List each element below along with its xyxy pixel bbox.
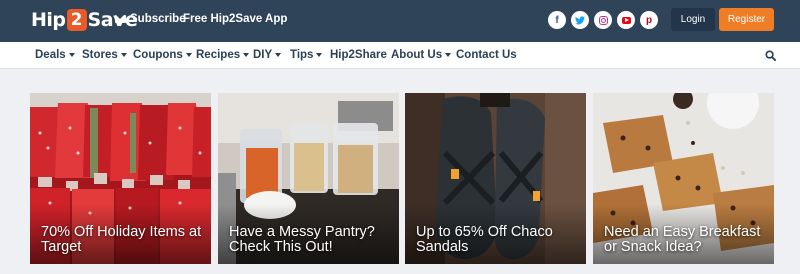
nav-item-hip2share[interactable]: Hip2Share bbox=[330, 49, 387, 61]
register-button[interactable]: Register bbox=[719, 8, 774, 31]
main-nav: Deals Stores Coupons Recipes DIY Tips Hi… bbox=[0, 42, 800, 69]
instagram-icon[interactable] bbox=[594, 11, 612, 29]
top-bar: Hip 2 Save Subscribe Free Hip2Save App f p… bbox=[0, 0, 800, 42]
caret-down-icon bbox=[445, 53, 452, 57]
nav-item-deals[interactable]: Deals bbox=[35, 49, 75, 61]
caret-down-icon bbox=[68, 53, 75, 57]
card-title[interactable]: 70% Off Holiday Items at Target bbox=[41, 225, 203, 255]
article-card-breakfast[interactable]: Need an Easy Breakfast or Snack Idea? bbox=[593, 93, 774, 264]
caret-down-icon bbox=[316, 53, 323, 57]
caret-down-icon bbox=[243, 53, 250, 57]
article-card-sandals[interactable]: Up to 65% Off Chaco Sandals bbox=[405, 93, 586, 264]
subscribe-link[interactable]: Subscribe bbox=[115, 13, 186, 25]
youtube-icon[interactable] bbox=[617, 11, 635, 29]
search-icon[interactable] bbox=[765, 50, 776, 61]
nav-item-coupons[interactable]: Coupons bbox=[133, 49, 192, 61]
caret-down-icon bbox=[185, 53, 192, 57]
caret-down-icon bbox=[120, 53, 127, 57]
card-title[interactable]: Have a Messy Pantry? Check This Out! bbox=[229, 225, 391, 255]
article-card-holiday[interactable]: 70% Off Holiday Items at Target bbox=[30, 93, 211, 264]
free-app-link[interactable]: Free Hip2Save App bbox=[183, 13, 287, 25]
caret-down-icon bbox=[275, 53, 282, 57]
nav-item-about-us[interactable]: About Us bbox=[391, 49, 452, 61]
nav-item-diy[interactable]: DIY bbox=[253, 49, 282, 61]
twitter-icon[interactable] bbox=[571, 11, 589, 29]
logo-text-hip: Hip bbox=[31, 9, 66, 31]
nav-item-tips[interactable]: Tips bbox=[290, 49, 323, 61]
login-button[interactable]: Login bbox=[671, 8, 715, 31]
envelope-icon bbox=[115, 15, 126, 23]
pinterest-icon[interactable]: p bbox=[640, 11, 658, 29]
nav-item-contact-us[interactable]: Contact Us bbox=[456, 49, 517, 61]
subscribe-label: Subscribe bbox=[130, 13, 186, 25]
nav-item-recipes[interactable]: Recipes bbox=[196, 49, 250, 61]
article-card-pantry[interactable]: Have a Messy Pantry? Check This Out! bbox=[218, 93, 399, 264]
card-title[interactable]: Need an Easy Breakfast or Snack Idea? bbox=[604, 225, 766, 255]
logo-text-2: 2 bbox=[66, 9, 87, 31]
facebook-icon[interactable]: f bbox=[548, 11, 566, 29]
nav-item-stores[interactable]: Stores bbox=[82, 49, 127, 61]
card-title[interactable]: Up to 65% Off Chaco Sandals bbox=[416, 225, 578, 255]
